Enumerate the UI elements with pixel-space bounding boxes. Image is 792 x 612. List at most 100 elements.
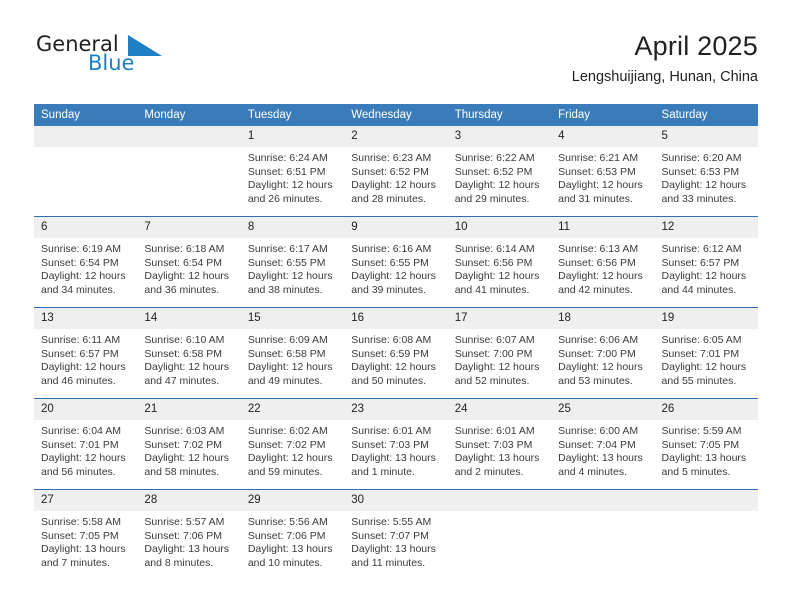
day-details: Sunrise: 6:01 AM Sunset: 7:03 PM Daylight:…: [344, 420, 447, 479]
sunrise-text: Sunrise: 6:18 AM: [144, 243, 225, 255]
calendar-day-cell[interactable]: 28 Sunrise: 5:57 AM Sunset: 7:06 PM Dayligh…: [137, 489, 241, 580]
daylight-text: Daylight: 12 hours and 28 minutes.: [351, 179, 436, 205]
sunrise-text: Sunrise: 5:56 AM: [247, 516, 328, 528]
calendar-day-cell[interactable]: 21 Sunrise: 6:03 AM Sunset: 7:02 PM Dayligh…: [137, 398, 241, 490]
calendar-day-cell[interactable]: 23 Sunrise: 6:01 AM Sunset: 7:03 PM Dayligh…: [344, 398, 448, 490]
daylight-text: Daylight: 12 hours and 56 minutes.: [41, 452, 126, 478]
calendar-day-cell[interactable]: 20 Sunrise: 6:04 AM Sunset: 7:01 PM Dayligh…: [34, 398, 138, 490]
calendar-day-cell[interactable]: 8 Sunrise: 6:17 AM Sunset: 6:55 PM Daylight…: [240, 216, 345, 308]
sunrise-text: Sunrise: 6:01 AM: [454, 425, 535, 437]
daylight-text: Daylight: 12 hours and 58 minutes.: [144, 452, 230, 478]
sunrise-text: Sunrise: 6:14 AM: [454, 243, 535, 255]
sunset-text: Sunset: 6:51 PM: [247, 165, 326, 178]
day-number: 15: [240, 308, 345, 329]
calendar-day-cell[interactable]: 27 Sunrise: 5:58 AM Sunset: 7:05 PM Dayligh…: [34, 489, 138, 580]
calendar-day-cell[interactable]: 29 Sunrise: 5:56 AM Sunset: 7:06 PM Dayligh…: [240, 489, 345, 580]
calendar-day-cell[interactable]: 11 Sunrise: 6:13 AM Sunset: 6:56 PM Dayligh…: [551, 216, 655, 308]
daylight-text: Daylight: 12 hours and 44 minutes.: [661, 270, 747, 296]
daylight-text: Daylight: 12 hours and 50 minutes.: [351, 361, 436, 387]
sunset-text: Sunset: 6:56 PM: [558, 256, 636, 269]
weekday-header-wednesday: Wednesday: [344, 104, 448, 126]
day-number: 3: [447, 126, 552, 147]
daylight-text: Daylight: 13 hours and 8 minutes.: [144, 543, 230, 569]
day-details: Sunrise: 6:09 AM Sunset: 6:58 PM Daylight:…: [241, 329, 344, 388]
sunset-text: Sunset: 7:03 PM: [454, 438, 533, 451]
calendar-day-cell[interactable]: 3 Sunrise: 6:22 AM Sunset: 6:52 PM Daylight…: [447, 126, 552, 217]
calendar-day-cell[interactable]: 6 Sunrise: 6:19 AM Sunset: 6:54 PM Daylight…: [34, 216, 138, 308]
daylight-text: Daylight: 12 hours and 55 minutes.: [661, 361, 747, 387]
day-number: 8: [240, 217, 345, 238]
calendar-day-cell-empty: [137, 126, 241, 217]
sunrise-text: Sunrise: 6:20 AM: [661, 152, 742, 164]
calendar-day-cell[interactable]: 14 Sunrise: 6:10 AM Sunset: 6:58 PM Dayligh…: [137, 307, 241, 399]
calendar-day-cell[interactable]: 2 Sunrise: 6:23 AM Sunset: 6:52 PM Daylight…: [344, 126, 448, 217]
calendar-page: General Blue April 2025 Lengshuijiang, H…: [0, 0, 792, 612]
calendar-day-cell[interactable]: 19 Sunrise: 6:05 AM Sunset: 7:01 PM Dayligh…: [654, 307, 758, 399]
day-number: [551, 490, 655, 511]
day-details: Sunrise: 6:14 AM Sunset: 6:56 PM Daylight:…: [448, 238, 551, 297]
location-subtitle: Lengshuijiang, Hunan, China: [571, 69, 758, 85]
calendar-day-cell[interactable]: 25 Sunrise: 6:00 AM Sunset: 7:04 PM Dayligh…: [551, 398, 655, 490]
logo-text-blue: Blue: [88, 51, 135, 75]
sunrise-text: Sunrise: 6:03 AM: [144, 425, 225, 437]
weekday-header-sunday: Sunday: [34, 104, 138, 126]
calendar-week-row: 27 Sunrise: 5:58 AM Sunset: 7:05 PM Dayligh…: [34, 489, 758, 580]
calendar-day-cell[interactable]: 30 Sunrise: 5:55 AM Sunset: 7:07 PM Dayligh…: [344, 489, 448, 580]
day-details: Sunrise: 6:04 AM Sunset: 7:01 PM Daylight:…: [34, 420, 137, 479]
sunset-text: Sunset: 6:53 PM: [558, 165, 636, 178]
sunset-text: Sunset: 7:00 PM: [454, 347, 533, 360]
calendar-day-cell[interactable]: 9 Sunrise: 6:16 AM Sunset: 6:55 PM Daylight…: [344, 216, 448, 308]
day-details: Sunrise: 6:10 AM Sunset: 6:58 PM Daylight:…: [137, 329, 240, 388]
calendar-day-cell[interactable]: 18 Sunrise: 6:06 AM Sunset: 7:00 PM Dayligh…: [551, 307, 655, 399]
sunrise-text: Sunrise: 6:17 AM: [247, 243, 328, 255]
day-number: 29: [240, 490, 345, 511]
title-block: April 2025 Lengshuijiang, Hunan, China: [572, 30, 758, 86]
day-details: Sunrise: 6:02 AM Sunset: 7:02 PM Daylight:…: [241, 420, 344, 479]
day-number: 24: [447, 399, 552, 420]
calendar-day-cell[interactable]: 1 Sunrise: 6:24 AM Sunset: 6:51 PM Daylight…: [240, 126, 345, 217]
sunrise-text: Sunrise: 6:22 AM: [454, 152, 535, 164]
day-number: 26: [654, 399, 758, 420]
day-number: 25: [551, 399, 655, 420]
sunrise-text: Sunrise: 5:57 AM: [144, 516, 225, 528]
calendar-day-cell[interactable]: 7 Sunrise: 6:18 AM Sunset: 6:54 PM Daylight…: [137, 216, 241, 308]
sunset-text: Sunset: 7:01 PM: [41, 438, 119, 451]
page-header: General Blue April 2025 Lengshuijiang, H…: [34, 30, 758, 96]
calendar-day-cell[interactable]: 17 Sunrise: 6:07 AM Sunset: 7:00 PM Dayligh…: [447, 307, 552, 399]
day-details: Sunrise: 6:16 AM Sunset: 6:55 PM Daylight:…: [344, 238, 447, 297]
calendar-day-cell[interactable]: 24 Sunrise: 6:01 AM Sunset: 7:03 PM Dayligh…: [447, 398, 552, 490]
daylight-text: Daylight: 12 hours and 38 minutes.: [247, 270, 333, 296]
day-number: [447, 490, 552, 511]
calendar-day-cell[interactable]: 4 Sunrise: 6:21 AM Sunset: 6:53 PM Daylight…: [551, 126, 655, 217]
sunset-text: Sunset: 6:58 PM: [247, 347, 326, 360]
sunrise-text: Sunrise: 6:04 AM: [41, 425, 121, 437]
day-details: Sunrise: 6:21 AM Sunset: 6:53 PM Daylight:…: [551, 147, 654, 206]
daylight-text: Daylight: 13 hours and 10 minutes.: [247, 543, 333, 569]
daylight-text: Daylight: 12 hours and 29 minutes.: [454, 179, 540, 205]
sunset-text: Sunset: 6:56 PM: [454, 256, 533, 269]
day-number: 27: [34, 490, 138, 511]
calendar-day-cell[interactable]: 10 Sunrise: 6:14 AM Sunset: 6:56 PM Dayligh…: [447, 216, 552, 308]
general-blue-logo[interactable]: General Blue: [34, 32, 204, 82]
sunset-text: Sunset: 7:05 PM: [661, 438, 740, 451]
day-details: Sunrise: 6:12 AM Sunset: 6:57 PM Daylight:…: [655, 238, 758, 297]
daylight-text: Daylight: 12 hours and 42 minutes.: [558, 270, 643, 296]
sunset-text: Sunset: 6:55 PM: [351, 256, 429, 269]
calendar-day-cell[interactable]: 5 Sunrise: 6:20 AM Sunset: 6:53 PM Daylight…: [654, 126, 758, 217]
sunset-text: Sunset: 7:01 PM: [661, 347, 740, 360]
sunrise-text: Sunrise: 6:05 AM: [661, 334, 742, 346]
day-details: Sunrise: 6:19 AM Sunset: 6:54 PM Daylight:…: [34, 238, 137, 297]
calendar-day-cell[interactable]: 15 Sunrise: 6:09 AM Sunset: 6:58 PM Dayligh…: [240, 307, 345, 399]
calendar-week-row: 20 Sunrise: 6:04 AM Sunset: 7:01 PM Dayligh…: [34, 398, 758, 490]
daylight-text: Daylight: 12 hours and 41 minutes.: [454, 270, 540, 296]
daylight-text: Daylight: 12 hours and 33 minutes.: [661, 179, 747, 205]
calendar-day-cell[interactable]: 13 Sunrise: 6:11 AM Sunset: 6:57 PM Dayligh…: [34, 307, 138, 399]
day-number: 1: [240, 126, 345, 147]
calendar-day-cell[interactable]: 12 Sunrise: 6:12 AM Sunset: 6:57 PM Dayligh…: [654, 216, 758, 308]
day-details: Sunrise: 6:20 AM Sunset: 6:53 PM Daylight:…: [655, 147, 758, 206]
calendar-day-cell[interactable]: 26 Sunrise: 5:59 AM Sunset: 7:05 PM Dayligh…: [654, 398, 758, 490]
sunrise-text: Sunrise: 6:13 AM: [558, 243, 639, 255]
calendar-day-cell[interactable]: 16 Sunrise: 6:08 AM Sunset: 6:59 PM Dayligh…: [344, 307, 448, 399]
calendar-day-cell[interactable]: 22 Sunrise: 6:02 AM Sunset: 7:02 PM Dayligh…: [240, 398, 345, 490]
daylight-text: Daylight: 12 hours and 31 minutes.: [558, 179, 643, 205]
